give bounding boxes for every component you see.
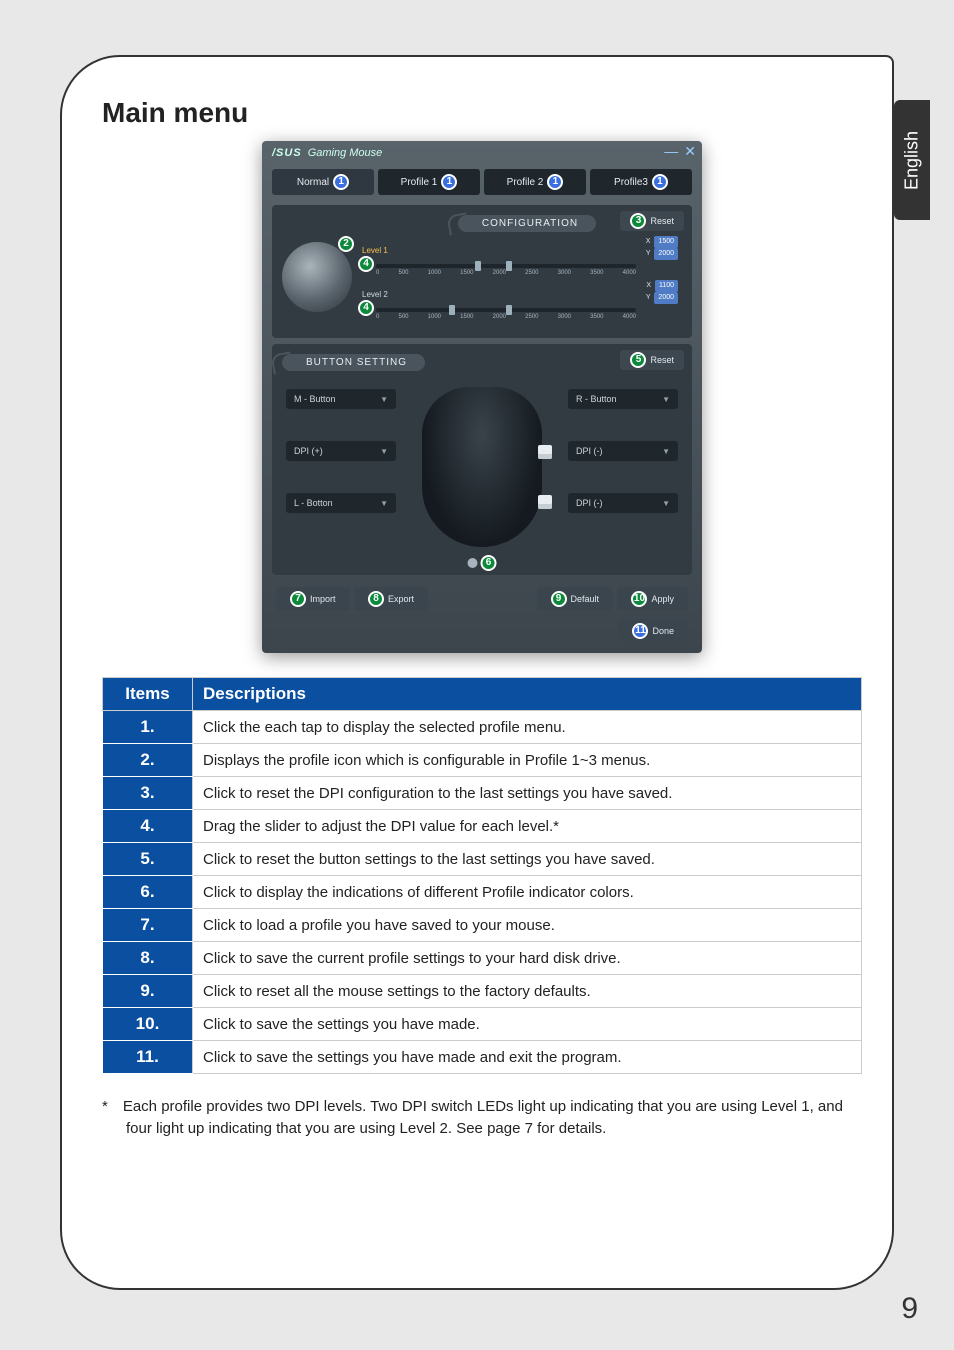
button-setting-heading: BUTTON SETTING (282, 354, 425, 371)
callout-1d: 1 (652, 174, 668, 190)
callout-4b: 4 (358, 300, 374, 316)
callout-7: 7 (290, 591, 306, 607)
export-button[interactable]: 8Export (354, 587, 428, 611)
indicator-colors-button[interactable]: 6 (468, 555, 497, 571)
callout-1c: 1 (547, 174, 563, 190)
callout-1b: 1 (441, 174, 457, 190)
page-card: Main menu /SUS Gaming Mouse — ✕ Normal 1… (60, 55, 894, 1290)
profile-tabs: Normal 1 Profile 1 1 Profile 2 1 Profile… (262, 165, 702, 199)
close-icon[interactable]: ✕ (684, 143, 696, 160)
app-window: /SUS Gaming Mouse — ✕ Normal 1 Profile 1… (262, 141, 702, 653)
table-row: 6.Click to display the indications of di… (103, 876, 862, 909)
indicator-icon-a (538, 445, 552, 459)
level1-label: Level 1 (362, 246, 388, 255)
configuration-heading: CONFIGURATION (458, 215, 596, 232)
callout-4a: 4 (358, 256, 374, 272)
dropdown-l-button[interactable]: L - Botton▼ (286, 493, 396, 513)
callout-3: 3 (630, 213, 646, 229)
l1-y-value: 2000 (654, 248, 678, 260)
done-button[interactable]: 11Done (618, 619, 688, 643)
table-row: 9.Click to reset all the mouse settings … (103, 975, 862, 1008)
default-button[interactable]: 9Default (537, 587, 614, 611)
chevron-down-icon: ▼ (662, 499, 670, 508)
callout-9: 9 (551, 591, 567, 607)
config-reset-button[interactable]: 3 Reset (620, 211, 684, 231)
col-descriptions: Descriptions (193, 678, 862, 711)
indicator-dot-icon (468, 558, 478, 568)
button-setting-panel: 5 Reset BUTTON SETTING M - Button▼ DPI (… (272, 344, 692, 575)
dropdown-m-button[interactable]: M - Button▼ (286, 389, 396, 409)
dropdown-r-button[interactable]: R - Button▼ (568, 389, 678, 409)
chevron-down-icon: ▼ (662, 447, 670, 456)
dropdown-dpi-plus[interactable]: DPI (+)▼ (286, 441, 396, 461)
import-button[interactable]: 7Import (276, 587, 350, 611)
dpi-level-1: Level 1 4 X 1500Y 2000 05001000150020002… (362, 242, 682, 276)
table-row: 3.Click to reset the DPI configuration t… (103, 777, 862, 810)
page-number: 9 (901, 1292, 918, 1326)
apply-button[interactable]: 10Apply (617, 587, 688, 611)
button-reset-label: Reset (650, 355, 674, 365)
language-tab: English (894, 100, 930, 220)
window-title-text: Gaming Mouse (308, 147, 383, 159)
level1-slider[interactable] (376, 264, 636, 268)
window-controls[interactable]: — ✕ (664, 143, 696, 160)
indicator-icon-b (538, 495, 552, 509)
dropdown-dpi-minus-a[interactable]: DPI (-)▼ (568, 441, 678, 461)
level2-slider[interactable] (376, 308, 636, 312)
config-reset-label: Reset (650, 216, 674, 226)
page-title: Main menu (102, 97, 862, 129)
tab-profile1[interactable]: Profile 1 1 (378, 169, 480, 195)
callout-5: 5 (630, 352, 646, 368)
chevron-down-icon: ▼ (380, 447, 388, 456)
tab-profile3[interactable]: Profile3 1 (590, 169, 692, 195)
tab-normal-label: Normal (297, 177, 329, 188)
window-titlebar: /SUS Gaming Mouse (262, 141, 702, 165)
dpi-level-2: Level 2 4 X 1100Y 2000 05001000150020002… (362, 286, 682, 320)
table-row: 10.Click to save the settings you have m… (103, 1008, 862, 1041)
tab-normal[interactable]: Normal 1 (272, 169, 374, 195)
table-row: 5.Click to reset the button settings to … (103, 843, 862, 876)
mouse-graphic (422, 387, 542, 547)
table-row: 4.Drag the slider to adjust the DPI valu… (103, 810, 862, 843)
footer-buttons: 7Import 8Export 9Default 10Apply (262, 581, 702, 617)
l2-x-value: 1100 (655, 280, 678, 292)
callout-10: 10 (631, 591, 647, 607)
footnote: * Each profile provides two DPI levels. … (102, 1096, 862, 1140)
callout-2: 2 (338, 236, 354, 252)
table-row: 7.Click to load a profile you have saved… (103, 909, 862, 942)
callout-1a: 1 (333, 174, 349, 190)
tab-profile3-label: Profile3 (614, 177, 648, 188)
chevron-down-icon: ▼ (662, 395, 670, 404)
tab-profile1-label: Profile 1 (401, 177, 438, 188)
dropdown-dpi-minus-b[interactable]: DPI (-)▼ (568, 493, 678, 513)
level2-label: Level 2 (362, 290, 388, 299)
callout-11: 11 (632, 623, 648, 639)
configuration-panel: 3 Reset CONFIGURATION 2 Level 1 4 X 1500… (272, 205, 692, 338)
table-row: 8.Click to save the current profile sett… (103, 942, 862, 975)
button-reset-button[interactable]: 5 Reset (620, 350, 684, 370)
callout-6: 6 (481, 555, 497, 571)
tab-profile2[interactable]: Profile 2 1 (484, 169, 586, 195)
tab-profile2-label: Profile 2 (507, 177, 544, 188)
table-row: 11.Click to save the settings you have m… (103, 1041, 862, 1074)
chevron-down-icon: ▼ (380, 395, 388, 404)
chevron-down-icon: ▼ (380, 499, 388, 508)
l1-x-value: 1500 (654, 236, 678, 248)
minimize-icon[interactable]: — (664, 143, 678, 160)
callout-8: 8 (368, 591, 384, 607)
l2-y-value: 2000 (654, 292, 678, 304)
profile-icon-wheel[interactable] (282, 242, 352, 312)
col-items: Items (103, 678, 193, 711)
descriptions-table: Items Descriptions 1.Click the each tap … (102, 677, 862, 1074)
table-row: 1.Click the each tap to display the sele… (103, 711, 862, 744)
table-row: 2.Displays the profile icon which is con… (103, 744, 862, 777)
